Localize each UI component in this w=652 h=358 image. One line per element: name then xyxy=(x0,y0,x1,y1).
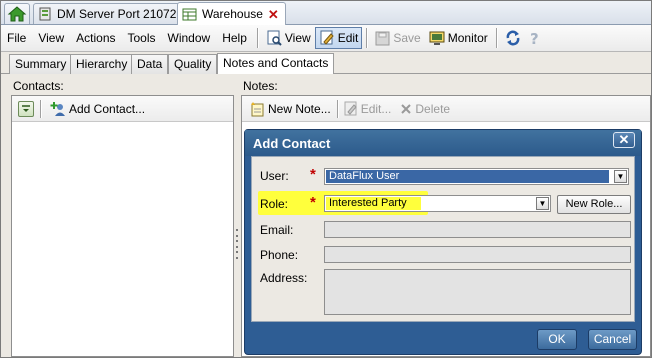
server-icon xyxy=(39,7,51,21)
tab-data[interactable]: Data xyxy=(131,54,169,74)
view-icon xyxy=(267,30,282,46)
save-icon xyxy=(375,31,390,45)
tab-notes-and-contacts[interactable]: Notes and Contacts xyxy=(217,53,335,74)
role-select-value: Interested Party xyxy=(326,197,421,210)
view-label: View xyxy=(284,31,311,45)
edit-label: Edit xyxy=(337,31,359,45)
new-note-icon xyxy=(251,101,264,116)
phone-field[interactable] xyxy=(324,246,631,263)
save-label: Save xyxy=(393,31,421,45)
dialog-title: Add Contact xyxy=(253,136,331,151)
document-tab-bar: DM Server Port 21072 Warehouse ✕ xyxy=(1,1,651,25)
tab-label: DM Server Port 21072 xyxy=(57,7,177,21)
email-label: Email: xyxy=(260,223,294,237)
add-contact-dialog: Add Contact ✕ User: * DataFlux User ▼ Ro… xyxy=(244,129,642,355)
tab-hierarchy[interactable]: Hierarchy xyxy=(70,54,134,74)
notes-label: Notes: xyxy=(243,79,278,93)
new-note-label: New Note... xyxy=(268,101,331,116)
edit-note-button[interactable]: Edit... xyxy=(341,101,395,116)
tab-summary[interactable]: Summary xyxy=(9,54,73,74)
toolbar-separator xyxy=(495,28,497,48)
tab-warehouse[interactable]: Warehouse ✕ xyxy=(177,2,286,25)
list-menu-icon xyxy=(22,104,30,112)
menu-file[interactable]: File xyxy=(1,31,32,45)
delete-icon xyxy=(401,103,412,114)
menu-tools[interactable]: Tools xyxy=(122,31,162,45)
user-required-mark: * xyxy=(310,166,316,183)
contacts-label: Contacts: xyxy=(13,79,64,93)
email-field[interactable] xyxy=(324,221,631,238)
help-icon: ? xyxy=(530,30,539,46)
contacts-list[interactable]: Add Contact... xyxy=(11,95,234,357)
menu-view[interactable]: View xyxy=(32,31,70,45)
view-button[interactable]: View xyxy=(262,27,315,49)
user-select-value: DataFlux User xyxy=(326,170,609,183)
add-contact-icon xyxy=(50,101,65,116)
chevron-down-icon[interactable]: ▼ xyxy=(614,170,627,183)
save-button[interactable]: Save xyxy=(371,27,424,49)
address-label: Address: xyxy=(260,271,308,285)
new-role-button[interactable]: New Role... xyxy=(557,195,631,214)
chevron-down-icon[interactable]: ▼ xyxy=(536,197,549,210)
toolbar-separator xyxy=(366,28,368,48)
toolbar-separator xyxy=(256,28,258,48)
monitor-icon xyxy=(429,31,445,45)
help-button[interactable]: ? xyxy=(525,27,545,49)
refresh-icon xyxy=(506,30,520,46)
cancel-button[interactable]: Cancel xyxy=(588,329,637,350)
dialog-body: User: * DataFlux User ▼ Role: * Interest… xyxy=(251,156,635,322)
address-field[interactable] xyxy=(324,269,631,315)
tab-label: Warehouse xyxy=(202,7,263,21)
notes-toolbar: New Note... Edit... Delete xyxy=(242,96,650,122)
delete-note-label: Delete xyxy=(415,101,451,116)
new-note-button[interactable]: New Note... xyxy=(246,101,334,117)
refresh-button[interactable] xyxy=(501,27,525,49)
menu-actions[interactable]: Actions xyxy=(70,31,121,45)
toolbar-separator xyxy=(40,99,41,118)
edit-note-label: Edit... xyxy=(360,101,392,116)
menu-window[interactable]: Window xyxy=(162,31,217,45)
panel-splitter[interactable] xyxy=(235,229,239,259)
contacts-menu-button[interactable] xyxy=(18,100,34,117)
dialog-close-icon[interactable]: ✕ xyxy=(613,132,635,148)
contacts-toolbar: Add Contact... xyxy=(12,96,233,122)
home-icon xyxy=(7,6,27,22)
role-select[interactable]: Interested Party ▼ xyxy=(324,195,551,212)
monitor-label: Monitor xyxy=(447,31,488,45)
add-contact-label: Add Contact... xyxy=(69,101,146,116)
phone-label: Phone: xyxy=(260,248,299,262)
close-tab-icon[interactable]: ✕ xyxy=(268,8,279,21)
table-icon xyxy=(182,8,197,20)
role-label: Role: xyxy=(260,197,289,211)
home-tab[interactable] xyxy=(4,3,30,24)
menu-help[interactable]: Help xyxy=(216,31,253,45)
toolbar-separator xyxy=(336,99,338,118)
edit-button[interactable]: Edit xyxy=(314,27,363,49)
svg-text:?: ? xyxy=(530,30,539,46)
role-required-mark: * xyxy=(310,194,316,211)
ok-button[interactable]: OK xyxy=(537,329,577,350)
user-select[interactable]: DataFlux User ▼ xyxy=(324,168,629,185)
user-label: User: xyxy=(260,169,289,183)
tab-quality[interactable]: Quality xyxy=(168,54,218,74)
edit-note-icon xyxy=(344,101,357,116)
menu-bar: File View Actions Tools Window Help View… xyxy=(1,25,651,52)
edit-icon xyxy=(320,30,334,45)
delete-note-button[interactable]: Delete xyxy=(397,102,453,116)
tab-dm-server[interactable]: DM Server Port 21072 xyxy=(33,3,184,24)
add-contact-button[interactable]: Add Contact... xyxy=(47,101,148,117)
view-tab-bar: Summary Hierarchy Data Quality Notes and… xyxy=(1,52,651,74)
monitor-button[interactable]: Monitor xyxy=(425,27,492,49)
dialog-title-bar[interactable]: Add Contact xyxy=(245,130,641,156)
